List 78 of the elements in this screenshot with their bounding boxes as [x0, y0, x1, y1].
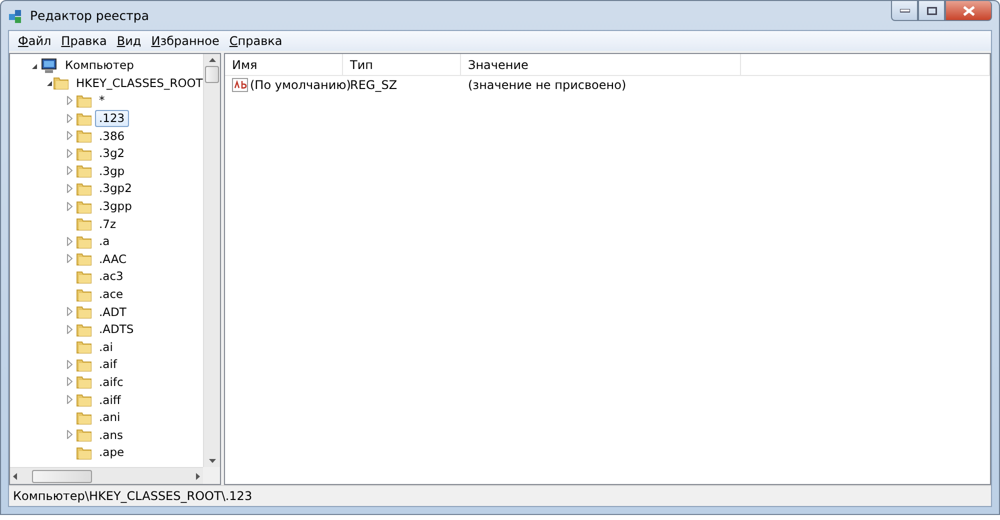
computer-icon	[40, 58, 58, 74]
string-value-icon	[232, 78, 248, 92]
folder-icon	[76, 374, 92, 390]
folder-icon	[76, 128, 92, 144]
maximize-button[interactable]	[918, 1, 945, 21]
tree-item[interactable]: .386	[95, 128, 129, 145]
scroll-up-icon[interactable]	[208, 58, 216, 62]
column-header[interactable]: Имя	[225, 54, 343, 75]
menu-item[interactable]: Файл	[13, 34, 56, 48]
scroll-thumb[interactable]	[32, 470, 92, 482]
value-name[interactable]: (По умолчанию)	[250, 78, 351, 92]
menu-item[interactable]: Избранное	[146, 34, 224, 48]
scroll-down-icon[interactable]	[208, 459, 216, 463]
tree-item[interactable]: .3gp	[95, 162, 129, 180]
maximize-icon	[926, 6, 936, 14]
scrollbar-corner	[203, 467, 220, 484]
folder-icon	[76, 356, 92, 373]
folder-icon	[76, 392, 92, 408]
collapse-arrow-icon[interactable]	[46, 80, 53, 88]
tree-item[interactable]: .a	[95, 233, 114, 250]
folder-icon	[76, 304, 92, 320]
folder-icon	[76, 322, 92, 338]
folder-icon	[76, 427, 92, 444]
tree-item[interactable]: .ace	[95, 286, 128, 304]
close-button[interactable]	[945, 1, 992, 21]
scroll-right-icon[interactable]	[196, 472, 200, 480]
column-header[interactable]: Значение	[461, 54, 741, 75]
column-header[interactable]: Тип	[343, 54, 461, 75]
tree-item[interactable]: .AAC	[95, 250, 131, 268]
folder-icon	[76, 268, 92, 285]
tree-item[interactable]: .3gpp	[95, 198, 136, 216]
tree-item[interactable]: .ani	[95, 409, 124, 426]
tree-item[interactable]: .ADTS	[95, 321, 138, 338]
folder-icon	[76, 110, 92, 127]
vertical-scrollbar[interactable]	[203, 54, 220, 467]
tree-item[interactable]: *	[95, 92, 109, 110]
folder-icon	[76, 146, 92, 162]
tree-item[interactable]: .7z	[95, 216, 120, 233]
menu-item[interactable]: Правка	[56, 34, 112, 48]
folder-icon	[76, 92, 92, 109]
folder-icon	[76, 251, 92, 268]
folder-icon	[76, 339, 92, 356]
tree-item[interactable]: .aifc	[95, 374, 128, 391]
tree-item[interactable]: .3g2	[95, 145, 129, 162]
folder-icon	[76, 234, 92, 250]
registry-cubes-icon	[8, 8, 24, 24]
tree-item[interactable]: .3gp2	[95, 180, 136, 198]
tree-item[interactable]: .aiff	[95, 392, 125, 409]
folder-icon	[76, 163, 92, 180]
scroll-left-icon[interactable]	[13, 472, 17, 480]
tree-item[interactable]: .123	[95, 110, 129, 128]
tree-item[interactable]: .ans	[95, 426, 127, 444]
tree-item[interactable]: Компьютер	[61, 57, 138, 74]
folder-icon	[76, 180, 92, 197]
tree-item[interactable]: .ac3	[95, 268, 128, 286]
minimize-button[interactable]	[891, 1, 918, 21]
horizontal-scrollbar[interactable]	[10, 467, 203, 484]
scroll-thumb[interactable]	[205, 66, 219, 83]
menu-item[interactable]: Вид	[112, 34, 146, 48]
tree-item[interactable]: .ADT	[95, 304, 130, 321]
tree-item[interactable]: .ai	[95, 338, 117, 356]
tree-item[interactable]: .aif	[95, 356, 121, 374]
expand-arrow-icon[interactable]	[67, 430, 73, 440]
close-icon	[962, 6, 974, 16]
collapse-arrow-icon[interactable]	[30, 62, 38, 70]
minimize-icon	[900, 8, 910, 12]
folder-icon	[76, 410, 92, 426]
folder-icon	[76, 216, 92, 232]
folder-icon	[53, 75, 69, 92]
tree-item[interactable]: .ape	[95, 444, 128, 462]
status-bar: Компьютер\HKEY_CLASSES_ROOT\.123	[9, 485, 991, 506]
tree-item[interactable]: HKEY_CLASSES_ROOT	[72, 74, 203, 92]
window-title: Редактор реестра	[30, 8, 149, 23]
value-data: (значение не присвоено)	[467, 78, 628, 92]
folder-icon	[76, 198, 92, 215]
folder-icon	[76, 444, 92, 461]
folder-icon	[76, 286, 92, 303]
menu-item[interactable]: Справка	[224, 34, 288, 48]
